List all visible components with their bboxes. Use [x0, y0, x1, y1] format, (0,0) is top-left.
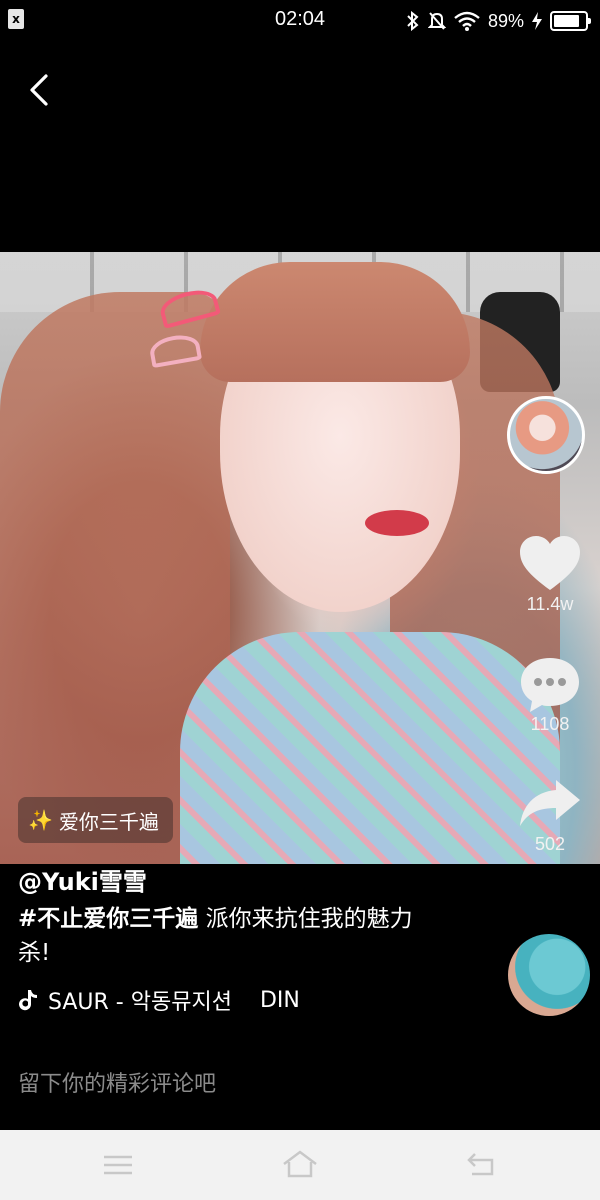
comment-input[interactable]: 留下你的精彩评论吧 — [18, 1066, 216, 1098]
system-nav-bar — [0, 1130, 600, 1200]
battery-percent: 89% — [487, 10, 524, 31]
return-icon[interactable] — [462, 1148, 502, 1182]
comment-bubble-icon[interactable] — [518, 654, 582, 714]
mute-bell-icon — [427, 12, 446, 30]
sparkle-wand-icon: ✨ — [28, 808, 53, 832]
share-group: 502 — [505, 774, 595, 855]
like-heart-icon[interactable] — [518, 534, 582, 594]
bluetooth-icon — [407, 11, 419, 31]
tiktok-note-icon — [19, 990, 37, 1011]
home-icon[interactable] — [280, 1148, 320, 1182]
comment-count: 1108 — [530, 714, 570, 734]
wifi-icon — [454, 11, 480, 31]
share-arrow-icon[interactable] — [518, 774, 582, 834]
status-bar: x 02:04 89% — [0, 0, 600, 42]
comment-group: 1108 — [505, 654, 595, 735]
shirt — [180, 632, 560, 864]
author-avatar[interactable] — [507, 396, 585, 474]
post-caption: #不止爱你三千遍 派你来抗住我的魅力杀! — [18, 902, 438, 970]
share-count: 502 — [534, 834, 566, 854]
hashtag-link[interactable]: #不止爱你三千遍 — [18, 906, 198, 932]
music-sticker[interactable]: ✨ 爱你三千遍 — [18, 797, 173, 843]
back-button[interactable] — [22, 72, 58, 108]
like-group: 11.4w — [505, 534, 595, 615]
bangs — [200, 262, 470, 382]
charging-icon — [532, 12, 542, 30]
music-name: SAUR - 악동뮤지션 — [48, 990, 232, 1015]
battery-icon — [550, 11, 591, 31]
music-disc[interactable] — [508, 934, 590, 1016]
music-sticker-label: 爱你三千遍 — [58, 809, 159, 834]
author-name[interactable]: @Yuki雪雪 — [18, 862, 147, 897]
music-info[interactable]: SAUR - 악동뮤지션 DIN — [18, 984, 300, 1016]
status-icons: 89% — [406, 9, 591, 33]
lips — [365, 510, 429, 536]
music-extra: DIN — [259, 987, 300, 1013]
menu-icon[interactable] — [98, 1148, 138, 1182]
like-count: 11.4w — [526, 594, 574, 614]
